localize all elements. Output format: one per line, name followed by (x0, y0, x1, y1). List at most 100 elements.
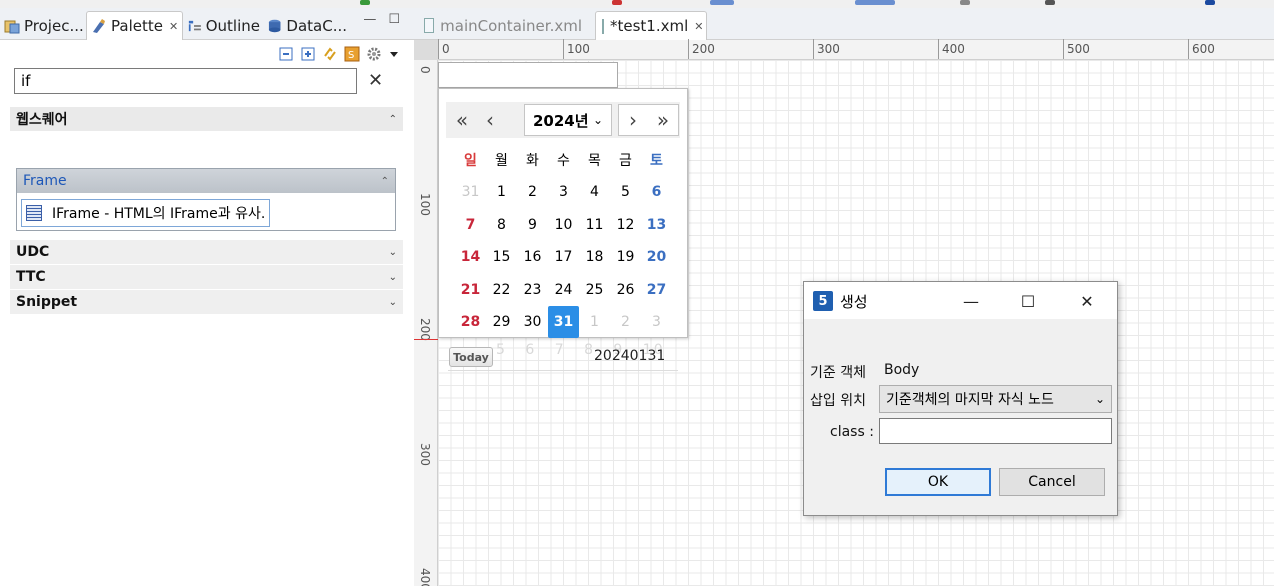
tab-datacollection[interactable]: DataC... (267, 11, 347, 40)
collapse-all-icon[interactable] (278, 46, 294, 62)
tab-outline[interactable]: Outline (188, 11, 260, 40)
weekday-label: 목 (588, 153, 601, 169)
calendar-day[interactable]: 1 (579, 306, 610, 338)
palette-item-iframe-label: IFrame - HTML의 IFrame과 유사. (52, 206, 266, 222)
group-udc[interactable]: UDC ⌄ (10, 240, 403, 264)
settings-s-icon[interactable]: S (344, 46, 360, 62)
insert-position-select[interactable]: 기준객체의 마지막 자식 노드 ⌄ (879, 385, 1112, 413)
calendar-day[interactable]: 19 (610, 241, 641, 273)
calendar-day[interactable]: 8 (486, 209, 517, 241)
prev-year-icon[interactable]: « (448, 106, 476, 134)
dialog-title-bar[interactable]: 5 생성 — ☐ ✕ (804, 282, 1117, 319)
gear-icon[interactable] (366, 46, 382, 62)
view-menu-icon[interactable] (388, 46, 400, 62)
calendar-day[interactable]: 11 (579, 209, 610, 241)
calendar-day[interactable]: 21 (455, 274, 486, 306)
year-select[interactable]: 2024년 ⌄ (524, 104, 612, 136)
tab-test1-label: *test1.xml (610, 17, 689, 35)
ruler-label: 100 (567, 42, 590, 56)
calendar-day[interactable]: 28 (455, 306, 486, 338)
today-button[interactable]: Today (449, 347, 493, 367)
calendar-day[interactable]: 26 (610, 274, 641, 306)
collapse-chevron-icon[interactable]: ⌃ (381, 176, 389, 187)
calendar-day-selected[interactable]: 31 (548, 306, 579, 338)
calendar-day[interactable]: 31 (455, 176, 486, 208)
calendar-day[interactable]: 17 (548, 241, 579, 273)
maximize-icon[interactable]: ☐ (388, 12, 400, 27)
next-nav-group: › » (618, 104, 679, 136)
calendar-day[interactable]: 14 (455, 241, 486, 273)
cancel-button[interactable]: Cancel (999, 468, 1105, 496)
prev-month-icon[interactable]: ‹ (476, 106, 504, 134)
expand-chevron-icon[interactable]: ⌄ (389, 247, 397, 258)
calendar-day[interactable]: 2 (610, 306, 641, 338)
tab-test1[interactable]: *test1.xml ✕ (595, 11, 707, 40)
chevron-down-icon: ⌄ (592, 113, 603, 127)
group-snippet-label: Snippet (16, 294, 78, 310)
create-dialog: 5 생성 — ☐ ✕ 기준 객체 Body 삽입 위치 기준객체의 마지막 자식… (803, 281, 1118, 516)
group-snippet[interactable]: Snippet ⌄ (10, 290, 403, 314)
collapse-chevron-icon[interactable]: ⌃ (389, 114, 397, 125)
tab-palette-label: Palette (111, 17, 163, 35)
maximize-icon[interactable]: ☐ (1014, 287, 1042, 315)
insert-position-label: 삽입 위치 (810, 393, 866, 409)
calendar-day[interactable]: 25 (579, 274, 610, 306)
close-icon[interactable]: ✕ (1073, 287, 1101, 315)
class-input[interactable] (879, 418, 1112, 444)
calendar-day[interactable]: 4 (579, 176, 610, 208)
sync-icon[interactable] (322, 46, 338, 62)
calendar-day[interactable]: 10 (548, 209, 579, 241)
frame-drawer-header[interactable]: Frame ⌃ (17, 169, 395, 193)
tab-project-label: Projec... (24, 16, 84, 35)
weekday-label: 월 (495, 153, 508, 169)
calendar-day[interactable]: 23 (517, 274, 548, 306)
group-ttc-label: TTC (16, 269, 46, 285)
calendar-day[interactable]: 1 (486, 176, 517, 208)
calendar-day[interactable]: 20 (641, 241, 672, 273)
calendar-day[interactable]: 30 (517, 306, 548, 338)
expand-chevron-icon[interactable]: ⌄ (389, 297, 397, 308)
close-icon[interactable]: ✕ (169, 20, 178, 33)
tab-outline-label: Outline (205, 16, 260, 35)
calendar-day[interactable]: 15 (486, 241, 517, 273)
calendar-day[interactable]: 29 (486, 306, 517, 338)
calendar-day[interactable]: 3 (641, 306, 672, 338)
calendar-day[interactable]: 13 (641, 209, 672, 241)
expand-chevron-icon[interactable]: ⌄ (389, 272, 397, 283)
calendar-day[interactable]: 2 (517, 176, 548, 208)
main-toolbar-strip (0, 0, 1274, 8)
group-ttc[interactable]: TTC ⌄ (10, 265, 403, 289)
ruler-label: 200 (418, 318, 432, 341)
minimize-icon[interactable]: — (363, 12, 376, 27)
calendar-day[interactable]: 24 (548, 274, 579, 306)
calendar-day[interactable]: 9 (517, 209, 548, 241)
calendar-day[interactable]: 16 (517, 241, 548, 273)
calendar-day[interactable]: 22 (486, 274, 517, 306)
calendar-day[interactable]: 6 (641, 176, 672, 208)
tab-maincontainer[interactable]: mainContainer.xml (418, 11, 588, 40)
close-icon[interactable]: ✕ (694, 20, 703, 33)
ruler-label: 400 (942, 42, 965, 56)
calendar-day[interactable]: 27 (641, 274, 672, 306)
group-websquare[interactable]: 웹스퀘어 ⌃ (10, 107, 403, 131)
calendar-day[interactable]: 5 (610, 176, 641, 208)
ok-button[interactable]: OK (885, 468, 991, 496)
calendar-day[interactable]: 7 (455, 209, 486, 241)
tab-maincontainer-label: mainContainer.xml (440, 16, 582, 35)
minimize-icon[interactable]: — (957, 287, 985, 315)
expand-all-icon[interactable] (300, 46, 316, 62)
date-input-field[interactable] (438, 62, 618, 88)
palette-search-input[interactable] (14, 68, 357, 94)
clear-search-icon[interactable]: ✕ (368, 70, 383, 91)
calendar-day[interactable]: 3 (548, 176, 579, 208)
calendar-day[interactable]: 12 (610, 209, 641, 241)
next-month-icon[interactable]: › (619, 106, 647, 134)
tab-project[interactable]: Projec... (4, 11, 84, 40)
ruler-label: 0 (418, 66, 432, 74)
calendar-day[interactable]: 18 (579, 241, 610, 273)
selected-date-value: 20240131 (594, 348, 666, 364)
palette-item-iframe[interactable]: IFrame - HTML의 IFrame과 유사. (21, 199, 271, 227)
next-year-icon[interactable]: » (649, 106, 677, 134)
tab-palette[interactable]: Palette ✕ (86, 11, 183, 40)
base-object-value: Body (884, 362, 920, 378)
